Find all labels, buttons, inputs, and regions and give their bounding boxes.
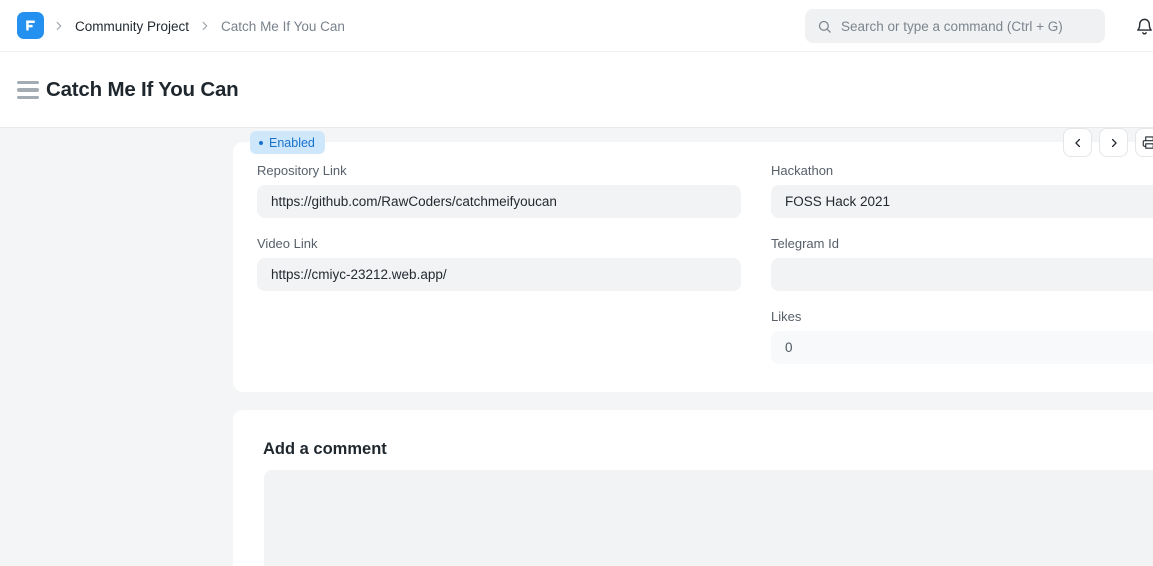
notifications-bell-icon[interactable] bbox=[1132, 11, 1153, 41]
comments-card: Add a comment bbox=[233, 410, 1153, 566]
telegram-id-input[interactable] bbox=[771, 258, 1153, 291]
form-body: Repository Link Video Link Hackathon Tel… bbox=[0, 129, 1153, 566]
breadcrumb-item-community-project[interactable]: Community Project bbox=[75, 19, 189, 34]
status-dot-icon bbox=[259, 141, 263, 145]
repository-link-label: Repository Link bbox=[257, 163, 347, 178]
add-comment-heading: Add a comment bbox=[263, 440, 387, 459]
chevron-right-icon bbox=[1107, 136, 1121, 150]
page-title: Catch Me If You Can bbox=[46, 78, 239, 102]
repository-link-input[interactable] bbox=[257, 185, 741, 218]
breadcrumb-item-current-doc: Catch Me If You Can bbox=[221, 19, 345, 34]
comment-input[interactable] bbox=[264, 470, 1153, 566]
app-window: Community Project Catch Me If You Can Ca… bbox=[0, 0, 1153, 566]
search-icon bbox=[817, 19, 832, 34]
top-navbar: Community Project Catch Me If You Can bbox=[0, 0, 1153, 52]
likes-label: Likes bbox=[771, 309, 801, 324]
breadcrumb: Community Project Catch Me If You Can bbox=[52, 0, 345, 52]
telegram-id-label: Telegram Id bbox=[771, 236, 839, 251]
status-badge: Enabled bbox=[250, 131, 325, 154]
prev-document-button[interactable] bbox=[1063, 128, 1092, 157]
frappe-logo-icon[interactable] bbox=[17, 12, 44, 39]
video-link-label: Video Link bbox=[257, 236, 317, 251]
print-button[interactable] bbox=[1135, 128, 1153, 157]
chevron-left-icon bbox=[1071, 136, 1085, 150]
breadcrumb-separator-icon bbox=[198, 19, 212, 33]
hackathon-label: Hackathon bbox=[771, 163, 833, 178]
form-column-left: Repository Link Video Link bbox=[257, 142, 741, 392]
form-column-right: Hackathon Telegram Id Likes 0 bbox=[771, 142, 1153, 392]
breadcrumb-separator-icon bbox=[52, 19, 66, 33]
search-input[interactable] bbox=[841, 19, 1093, 34]
next-document-button[interactable] bbox=[1099, 128, 1128, 157]
status-badge-label: Enabled bbox=[269, 136, 315, 150]
hackathon-input[interactable] bbox=[771, 185, 1153, 218]
printer-icon bbox=[1142, 135, 1153, 150]
global-search[interactable] bbox=[805, 9, 1105, 43]
form-details-card: Repository Link Video Link Hackathon Tel… bbox=[233, 142, 1153, 392]
likes-value: 0 bbox=[771, 331, 1153, 364]
video-link-input[interactable] bbox=[257, 258, 741, 291]
hamburger-menu-icon[interactable] bbox=[17, 81, 39, 99]
page-header: Catch Me If You Can Enabled bbox=[0, 52, 1153, 128]
